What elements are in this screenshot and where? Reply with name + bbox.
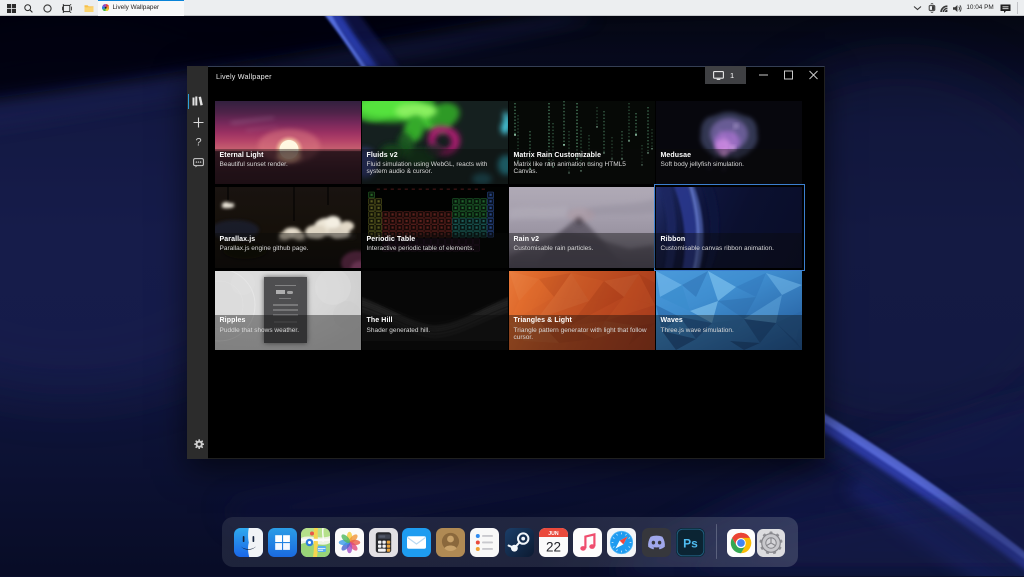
svg-text:JUN: JUN <box>548 531 559 537</box>
svg-text:Ps: Ps <box>683 537 698 551</box>
svg-text:22: 22 <box>546 540 561 555</box>
